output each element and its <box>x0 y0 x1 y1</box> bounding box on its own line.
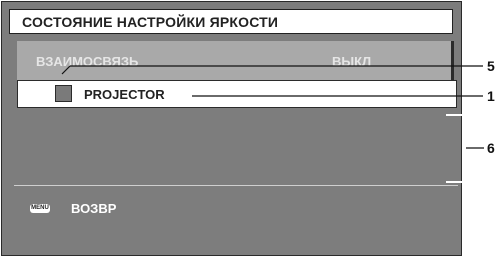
callout-5-label: 5 <box>487 58 495 74</box>
callout-6-bracket-highlight <box>446 114 467 183</box>
callout-1-label: 1 <box>487 88 495 104</box>
callout-lines <box>61 65 484 183</box>
callout-5-diagonal <box>61 65 71 75</box>
callout-6-label: 6 <box>487 140 495 156</box>
